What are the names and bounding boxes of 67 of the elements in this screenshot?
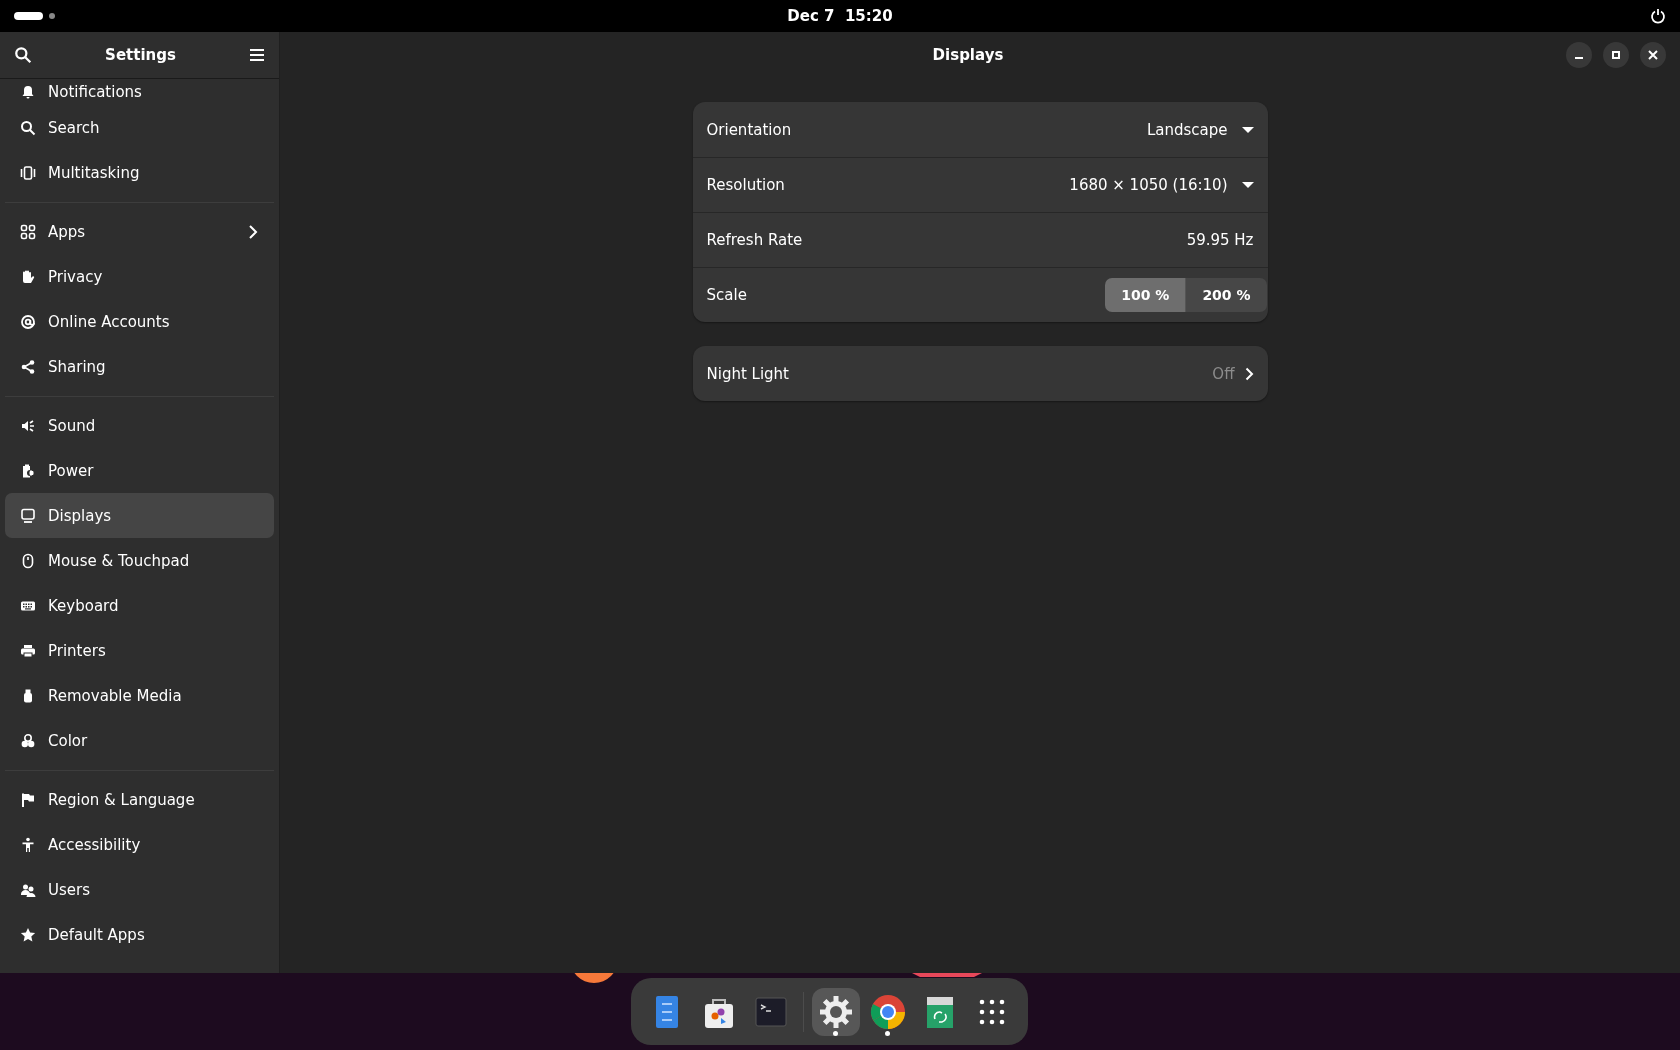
row-label: Resolution xyxy=(706,176,786,194)
scale-option[interactable]: 100 % xyxy=(1105,278,1186,312)
sidebar-item[interactable]: Printers xyxy=(5,628,274,673)
close-icon xyxy=(1648,50,1658,60)
row-label: Night Light xyxy=(706,364,790,383)
caret-down-icon xyxy=(1241,181,1254,189)
dropdown[interactable]: Landscape xyxy=(1146,120,1254,139)
minimize-icon xyxy=(1575,57,1583,59)
search-icon[interactable] xyxy=(14,46,32,64)
dropdown[interactable]: 1680 × 1050 (16:10) xyxy=(1069,176,1254,194)
row-value: Off xyxy=(1212,364,1235,383)
maximize-button[interactable] xyxy=(1603,42,1629,68)
workspace-indicator[interactable] xyxy=(14,12,43,20)
sidebar-item[interactable]: Displays xyxy=(5,493,274,538)
row-label: Orientation xyxy=(706,120,793,139)
workspace-indicator[interactable] xyxy=(49,13,55,19)
flag-icon xyxy=(20,791,36,808)
caret-down-icon xyxy=(1241,125,1254,134)
scale-option[interactable]: 200 % xyxy=(1185,278,1267,312)
multitasking-icon xyxy=(20,164,36,181)
sidebar-item[interactable]: Multitasking xyxy=(5,150,274,195)
printer-icon xyxy=(20,642,36,659)
sidebar-item[interactable]: Region & Language xyxy=(5,777,274,822)
minimize-button[interactable] xyxy=(1566,42,1592,68)
maximize-icon xyxy=(1611,50,1621,60)
sidebar-item[interactable]: Default Apps xyxy=(5,912,274,957)
battery-icon xyxy=(20,462,36,479)
sidebar-item[interactable]: Keyboard xyxy=(5,583,274,628)
sidebar-item[interactable]: Sharing xyxy=(5,344,274,389)
sidebar-title: Settings xyxy=(104,46,177,64)
accessibility-icon xyxy=(20,836,36,853)
sidebar-item[interactable]: Privacy xyxy=(5,254,274,299)
speaker-icon xyxy=(20,417,36,434)
row-label: Scale xyxy=(706,286,748,304)
power-icon[interactable] xyxy=(1650,8,1666,24)
close-button[interactable] xyxy=(1640,42,1666,68)
sidebar-item[interactable]: Users xyxy=(5,867,274,912)
sidebar-item[interactable]: Online Accounts xyxy=(5,299,274,344)
share-icon xyxy=(20,358,36,375)
mouse-icon xyxy=(20,552,36,569)
chevron-right-icon xyxy=(248,223,258,240)
sidebar-item[interactable]: Color xyxy=(5,718,274,763)
sidebar-item[interactable]: Power xyxy=(5,448,274,493)
sidebar-item[interactable]: Removable Media xyxy=(5,673,274,718)
display-icon xyxy=(20,507,36,524)
bell-icon xyxy=(20,84,36,100)
row-label: Refresh Rate xyxy=(706,231,804,249)
grid-icon xyxy=(20,223,36,240)
running-indicator xyxy=(832,1030,838,1036)
search-icon xyxy=(20,119,36,136)
dock-item[interactable] xyxy=(811,987,860,1036)
color-circles-icon xyxy=(20,732,36,749)
sidebar-item[interactable]: Sound xyxy=(5,403,274,448)
hand-icon xyxy=(20,268,36,285)
running-indicator xyxy=(884,1030,890,1036)
menu-icon[interactable] xyxy=(249,47,265,63)
page-title: Displays xyxy=(931,46,1005,64)
sidebar-item[interactable]: Search xyxy=(5,105,274,150)
chevron-right-icon xyxy=(1244,366,1254,381)
clock[interactable]: Dec 7 15:20 xyxy=(787,7,893,25)
at-sign-icon xyxy=(20,313,36,330)
star-icon xyxy=(20,926,36,943)
row-value: 59.95 Hz xyxy=(1186,231,1254,249)
sidebar-item[interactable]: Accessibility xyxy=(5,822,274,867)
sidebar-item[interactable]: Mouse & Touchpad xyxy=(5,538,274,583)
sidebar-item[interactable]: Notifications xyxy=(5,79,274,105)
sidebar-item[interactable]: Apps xyxy=(5,209,274,254)
